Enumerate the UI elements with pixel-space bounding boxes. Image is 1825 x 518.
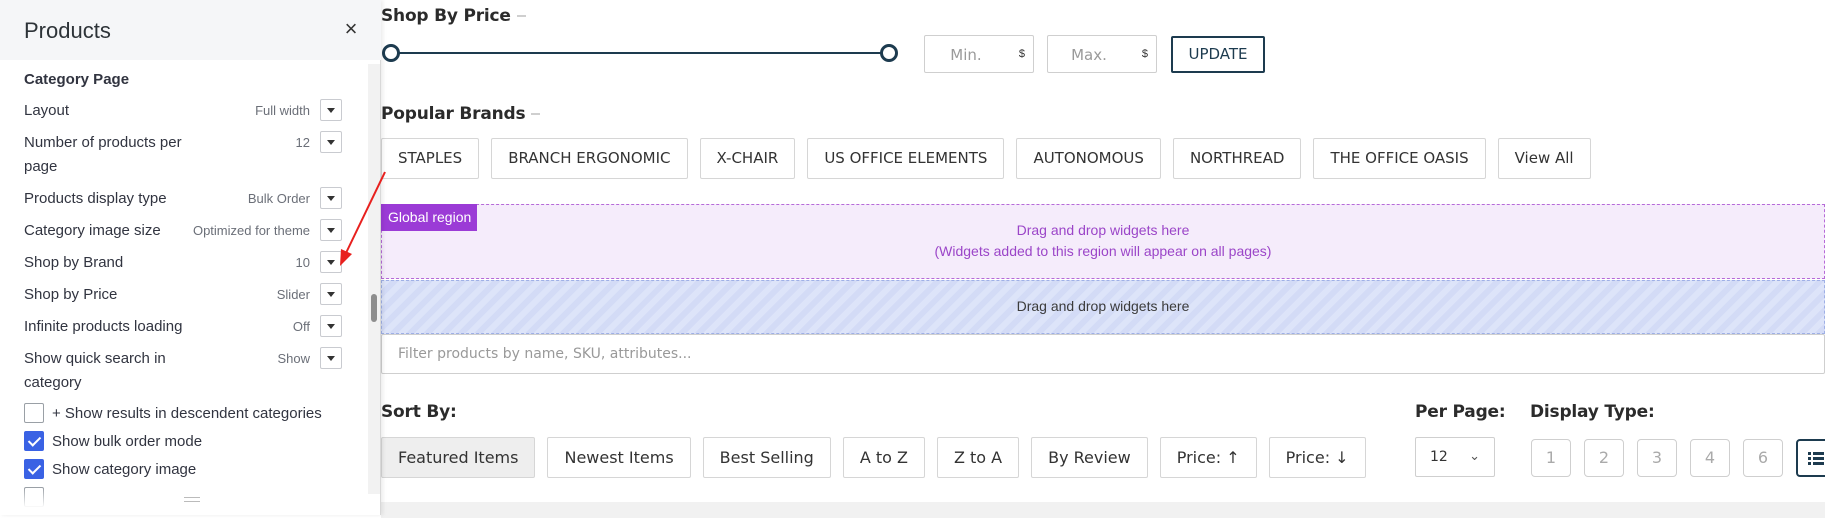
products-per-page-dropdown[interactable]: [320, 131, 342, 153]
sort-option[interactable]: By Review: [1031, 437, 1148, 478]
sort-options: Featured Items Newest Items Best Selling…: [381, 437, 1366, 478]
layout-value: Full width: [255, 103, 310, 118]
global-region-hint: Drag and drop widgets here: [1016, 222, 1190, 238]
bulk-order-mode-label: Show bulk order mode: [52, 433, 203, 450]
category-page-group-title: Category Page: [24, 71, 130, 88]
sort-option[interactable]: A to Z: [842, 437, 925, 478]
category-image-size-label: Category image size: [24, 222, 161, 239]
shop-by-brand-value: 10: [295, 255, 310, 270]
layout-dropdown[interactable]: [320, 99, 342, 121]
display-type-option[interactable]: 6: [1743, 439, 1783, 477]
infinite-loading-value: Off: [292, 319, 310, 334]
currency-symbol: $: [1018, 48, 1025, 60]
display-type-option[interactable]: 3: [1637, 439, 1677, 477]
infinite-loading-label: Infinite products loading: [24, 318, 183, 335]
per-page-select[interactable]: 12 ⌄: [1415, 437, 1495, 477]
category-image-label: Show category image: [52, 461, 197, 478]
shop-by-brand-dropdown[interactable]: [320, 251, 342, 273]
display-type-option[interactable]: 1: [1531, 439, 1571, 477]
brand-button[interactable]: BRANCH ERGONOMIC: [491, 138, 688, 179]
update-button[interactable]: UPDATE: [1171, 36, 1265, 73]
price-slider-track[interactable]: [390, 52, 890, 54]
sort-option[interactable]: Best Selling: [702, 437, 831, 478]
brand-button[interactable]: X-CHAIR: [699, 138, 796, 179]
display-type-setting-value: Bulk Order: [247, 191, 310, 206]
panel-resize-grip[interactable]: [184, 497, 200, 502]
price-max-input[interactable]: Max. $: [1047, 35, 1157, 73]
shop-by-price-setting-label: Shop by Price: [24, 286, 118, 303]
brand-button[interactable]: THE OFFICE OASIS: [1313, 138, 1486, 179]
global-region-note: (Widgets added to this region will appea…: [934, 243, 1272, 259]
view-all-brands-button[interactable]: View All: [1497, 138, 1591, 179]
shop-by-price-setting-dropdown[interactable]: [320, 283, 342, 305]
popular-brands-title-text: Popular Brands: [381, 104, 526, 124]
category-image-checkbox[interactable]: [24, 459, 44, 479]
title-dash: [531, 113, 541, 115]
category-image-size-value: Optimized for theme: [192, 223, 310, 238]
title-dash: [516, 15, 526, 17]
descendent-results-label: + Show results in descendent categories: [52, 405, 322, 422]
bulk-order-mode-checkbox[interactable]: [24, 431, 44, 451]
price-max-placeholder: Max.: [1071, 46, 1107, 64]
display-type-setting-label: Products display type: [24, 190, 167, 207]
products-per-page-value: 12: [295, 135, 310, 150]
sort-by-label: Sort By:: [381, 402, 457, 422]
sort-option[interactable]: Newest Items: [547, 437, 691, 478]
close-icon[interactable]: ×: [341, 18, 361, 40]
products-settings-panel: Products × Category Page Layout Full wid…: [0, 0, 381, 515]
brand-button[interactable]: US OFFICE ELEMENTS: [807, 138, 1005, 179]
panel-header: Products ×: [0, 0, 381, 60]
display-type-setting-dropdown[interactable]: [320, 187, 342, 209]
sort-option[interactable]: Price: ↓: [1268, 437, 1366, 478]
page-region-hint: Drag and drop widgets here: [1016, 298, 1190, 314]
global-widget-region[interactable]: [381, 204, 1825, 279]
infinite-loading-dropdown[interactable]: [320, 315, 342, 337]
display-type-options: 1 2 3 4 6: [1531, 439, 1825, 477]
chevron-down-icon: ⌄: [1469, 449, 1480, 464]
display-type-label: Display Type:: [1530, 402, 1655, 422]
layout-label: Layout: [24, 102, 70, 119]
panel-scrollbar-thumb[interactable]: [371, 294, 377, 322]
per-page-value: 12: [1430, 449, 1448, 465]
panel-scrollbar[interactable]: [368, 64, 380, 494]
products-per-page-label: Number of products per page: [24, 134, 182, 175]
sort-option[interactable]: Price: ↑: [1159, 437, 1257, 478]
price-min-input[interactable]: Min. $: [924, 35, 1034, 73]
quick-search-label: Show quick search in category: [24, 350, 166, 391]
price-slider-min-handle[interactable]: [382, 44, 400, 62]
per-page-label: Per Page:: [1415, 402, 1506, 422]
descendent-results-checkbox[interactable]: [24, 403, 44, 423]
popular-brands-title: Popular Brands: [381, 104, 541, 124]
price-slider-max-handle[interactable]: [880, 44, 898, 62]
brand-button[interactable]: STAPLES: [381, 138, 480, 179]
list-view-icon: [1808, 452, 1824, 465]
shop-by-price-title-text: Shop By Price: [381, 6, 511, 26]
panel-title: Products: [24, 18, 111, 43]
display-type-option[interactable]: 2: [1584, 439, 1624, 477]
display-type-option[interactable]: 4: [1690, 439, 1730, 477]
product-filter-input[interactable]: Filter products by name, SKU, attributes…: [381, 334, 1825, 374]
price-min-placeholder: Min.: [950, 46, 982, 64]
sort-option[interactable]: Featured Items: [381, 437, 536, 478]
shop-by-price-title: Shop By Price: [381, 6, 526, 26]
shop-by-brand-label: Shop by Brand: [24, 254, 124, 271]
quick-search-dropdown[interactable]: [320, 347, 342, 369]
shop-by-price-setting-value: Slider: [276, 287, 310, 302]
content-area-bottom: [381, 502, 1825, 518]
currency-symbol: $: [1141, 48, 1148, 60]
quick-search-value: Show: [277, 351, 310, 366]
sort-option[interactable]: Z to A: [936, 437, 1020, 478]
list-view-button[interactable]: [1796, 439, 1825, 477]
panel-scroll-fade: [0, 488, 366, 508]
brand-button[interactable]: NORTHREAD: [1172, 138, 1302, 179]
brand-list: STAPLES BRANCH ERGONOMIC X-CHAIR US OFFI…: [381, 138, 1591, 179]
category-image-size-dropdown[interactable]: [320, 219, 342, 241]
brand-button[interactable]: AUTONOMOUS: [1016, 138, 1161, 179]
